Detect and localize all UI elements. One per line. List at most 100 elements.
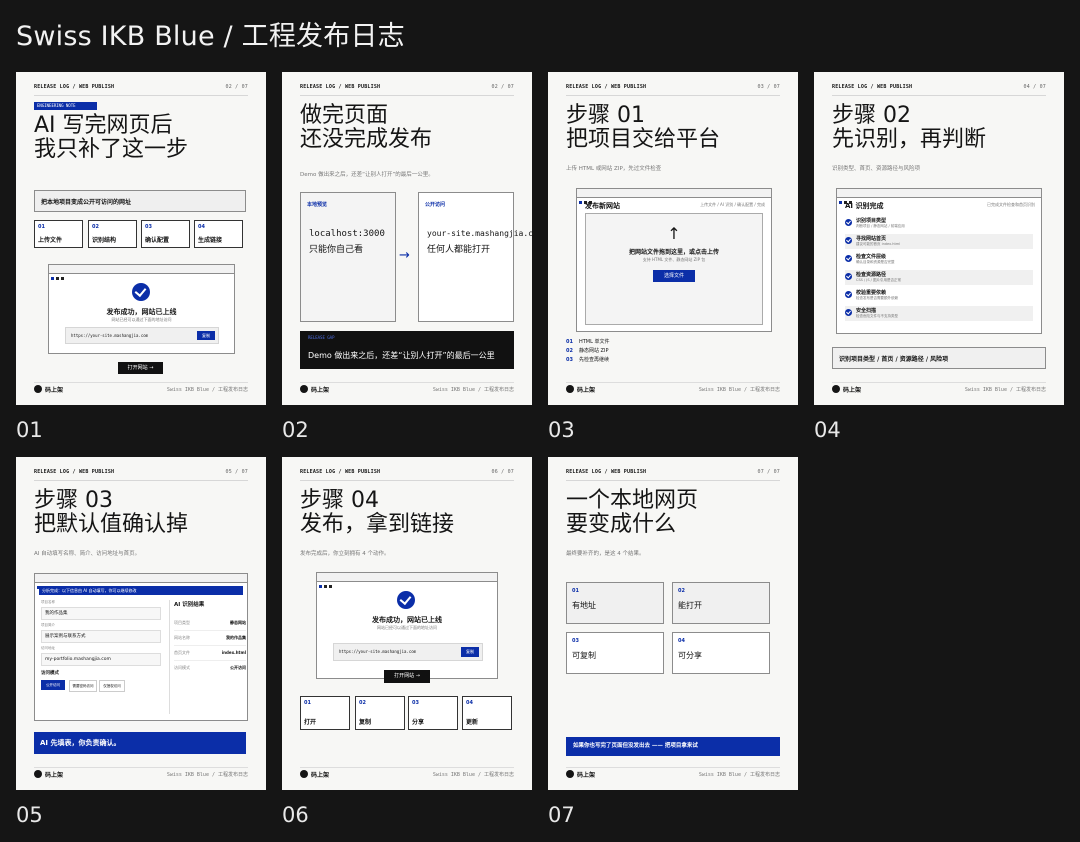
brand-logo: 码上架 — [34, 385, 63, 394]
panel: 把本地项目变成公开可访问的网址 — [34, 190, 246, 212]
card-04[interactable]: RELEASE LOG / WEB PUBLISH 04 / 07 步骤 02 先… — [814, 72, 1064, 405]
success-sub: 网站已经可以通过下面的地址访问 — [111, 317, 172, 322]
card-03[interactable]: RELEASE LOG / WEB PUBLISH 03 / 07 步骤 01 把… — [548, 72, 798, 405]
ai-banner: 分析完成：以下信息由 AI 自动填写，你可以继续修改 — [39, 586, 243, 595]
result-card: 04 可分享 — [672, 632, 770, 674]
page-counter: 05 / 07 — [225, 469, 248, 475]
check-icon — [845, 255, 852, 262]
card-number: 03 — [548, 418, 575, 442]
public-access-box: 公开访问 your-site.mashangjia.com 任何人都能打开 — [418, 192, 532, 322]
card-01[interactable]: RELEASE LOG / WEB PUBLISH 02 / 07 ENGINEE… — [16, 72, 266, 405]
check-icon — [845, 291, 852, 298]
brand-logo: 码上架 — [300, 385, 329, 394]
mode-button-authorized[interactable]: 仅授权访问 — [99, 680, 125, 692]
card-02[interactable]: RELEASE LOG / WEB PUBLISH 02 / 07 做完页面 还没… — [282, 72, 532, 405]
window-bar — [49, 265, 234, 280]
result-card: 03 可复制 — [566, 632, 664, 674]
subtitle: AI 自动填写名称、简介、访问地址与首页。 — [34, 551, 141, 557]
step-chip: 03 确认配置 — [141, 220, 190, 248]
check-icon — [845, 273, 852, 280]
subtitle: 识别类型、首页、资源路径与风险项 — [832, 166, 921, 172]
panel-title: 把本地项目变成公开可访问的网址 — [41, 199, 132, 206]
action-copy[interactable]: 02 复制 — [355, 696, 405, 730]
form-field: 项目简介 展示案例与联系方式 — [41, 623, 161, 643]
check-item: 检查文件层级 确认目录和资源是否完整 — [845, 252, 1033, 267]
check-icon — [845, 219, 852, 226]
card-number: 05 — [16, 803, 43, 827]
recognition-panel: AI 识别完成 已完成文件检查和首页识别 识别项目类型 判断项目 / 静态网站 … — [836, 188, 1042, 334]
choose-file-button[interactable]: 选择文件 — [653, 270, 695, 282]
project-desc-input[interactable]: 展示案例与联系方式 — [41, 630, 161, 643]
headline: 步骤 03 把默认值确认掉 — [34, 488, 189, 537]
card-number: 04 — [814, 418, 841, 442]
page-counter: 04 / 07 — [1023, 84, 1046, 90]
topbar-left: RELEASE LOG / WEB PUBLISH — [34, 469, 115, 475]
card-topbar: RELEASE LOG / WEB PUBLISH 02 / 07 — [34, 84, 248, 94]
card-05[interactable]: RELEASE LOG / WEB PUBLISH 05 / 07 步骤 03 把… — [16, 457, 266, 790]
card-07[interactable]: RELEASE LOG / WEB PUBLISH 07 / 07 一个本地网页 … — [548, 457, 798, 790]
check-icon — [132, 283, 150, 301]
success-window: 发布成功，网站已上线 网站已经可以通过下面的地址访问 https://your-… — [316, 572, 498, 679]
headline: 做完页面 还没完成发布 — [300, 103, 433, 152]
config-panel: 分析完成：以下信息由 AI 自动填写，你可以继续修改 项目名称 我的作品集 项目… — [34, 573, 248, 721]
step-chip: 04 生成链接 — [194, 220, 243, 248]
open-site-button[interactable]: 打开网站 → — [118, 362, 163, 374]
topbar-left: RELEASE LOG / WEB PUBLISH — [566, 84, 647, 90]
check-item: 寻找网站首页 建议可能的首页 index.html — [845, 234, 1033, 249]
mode-button-password[interactable]: 需要密码访问 — [69, 680, 97, 692]
result-card: 01 有地址 — [566, 582, 664, 624]
subtitle: Demo 做出来之后，还差“让别人打开”的最后一公里。 — [300, 172, 434, 178]
step-chip: 01 上传文件 — [34, 220, 83, 248]
arrow-icon: → — [399, 248, 410, 263]
page-counter: 07 / 07 — [757, 469, 780, 475]
form-field: 项目名称 我的作品集 — [41, 600, 161, 620]
url-field[interactable]: https://your-site.mashangjia.com 复制 — [65, 327, 219, 344]
open-site-button[interactable]: 打开网站 → — [384, 670, 430, 683]
brand-logo: 码上架 — [34, 770, 63, 779]
page-title: Swiss IKB Blue / 工程发布日志 — [16, 21, 405, 52]
divider — [34, 95, 248, 96]
topbar-left: RELEASE LOG / WEB PUBLISH — [300, 84, 381, 90]
action-update[interactable]: 04 更新 — [462, 696, 512, 730]
local-preview-box: 本地预览 localhost:3000 只能你自己看 — [300, 192, 396, 322]
card-number: 02 — [282, 418, 309, 442]
copy-button[interactable]: 复制 — [197, 331, 215, 340]
action-share[interactable]: 03 分享 — [408, 696, 458, 730]
mode-button-public[interactable]: 公开访问 — [41, 680, 65, 690]
upload-arrow-icon: ↑ — [667, 224, 681, 243]
card-number: 07 — [548, 803, 575, 827]
page-counter: 02 / 07 — [225, 84, 248, 90]
ai-result: AI 识别结果 项目类型 静态网站 网站名称 我的作品集 首页文件 index.htm… — [169, 600, 246, 714]
check-item: 校验重要依赖 检查发布是否需要额外依赖 — [845, 288, 1033, 303]
brand-logo: 码上架 — [832, 385, 861, 394]
check-icon — [845, 309, 852, 316]
brand-logo: 码上架 — [566, 385, 595, 394]
check-item: 检查资源路径 CSS / JS / 图片引用是否正常 — [845, 270, 1033, 285]
success-title: 发布成功，网站已上线 — [106, 308, 177, 316]
subtitle: 发布完成后，你立刻拥有 4 个动作。 — [300, 551, 390, 557]
page-counter: 03 / 07 — [757, 84, 780, 90]
headline: 步骤 01 把项目交给平台 — [566, 103, 721, 152]
cta-bar[interactable]: 如果你也写完了页面但没发出去 —— 把项目拿来试 — [566, 737, 780, 756]
card-06[interactable]: RELEASE LOG / WEB PUBLISH 06 / 07 步骤 04 发… — [282, 457, 532, 790]
check-item: 安全扫描 检查危险文件与不支持类型 — [845, 306, 1033, 321]
dropzone[interactable]: ↑ 把网站文件拖到这里，或点击上传 支持 HTML 文件、静态网站 ZIP 包 … — [585, 213, 763, 325]
project-name-input[interactable]: 我的作品集 — [41, 607, 161, 620]
headline: AI 写完网页后 我只补了这一步 — [34, 113, 189, 162]
blue-bar: AI 先填表，你负责确认。 — [34, 732, 246, 754]
subtitle: 上传 HTML 或网站 ZIP，先过文件检查 — [566, 166, 662, 172]
upload-panel: 发布新网站 上传文件 / AI 识别 / 确认配置 / 完成 ↑ 把网站文件拖到… — [576, 188, 772, 332]
step-chip: 02 识别结构 — [88, 220, 137, 248]
brand-logo: 码上架 — [566, 770, 595, 779]
form-field: 访问地址 my-portfolio.mashangjia.com — [41, 646, 161, 666]
release-gap-banner: RELEASE GAP Demo 做出来之后，还差“让别人打开”的最后一公里 — [300, 331, 514, 369]
headline: 步骤 04 发布，拿到链接 — [300, 488, 455, 537]
success-window: 发布成功，网站已上线 网站已经可以通过下面的地址访问 https://your-… — [48, 264, 235, 354]
copy-button[interactable]: 复制 — [461, 647, 479, 657]
topbar-left: RELEASE LOG / WEB PUBLISH — [566, 469, 647, 475]
access-url-input[interactable]: my-portfolio.mashangjia.com — [41, 653, 161, 666]
url-field[interactable]: https://your-site.mashangjia.com 复制 — [333, 643, 483, 661]
topbar-left: RELEASE LOG / WEB PUBLISH — [832, 84, 913, 90]
action-open[interactable]: 01 打开 — [300, 696, 350, 730]
card-footer: 码上架 Swiss IKB Blue / 工程发布日志 — [34, 385, 248, 395]
